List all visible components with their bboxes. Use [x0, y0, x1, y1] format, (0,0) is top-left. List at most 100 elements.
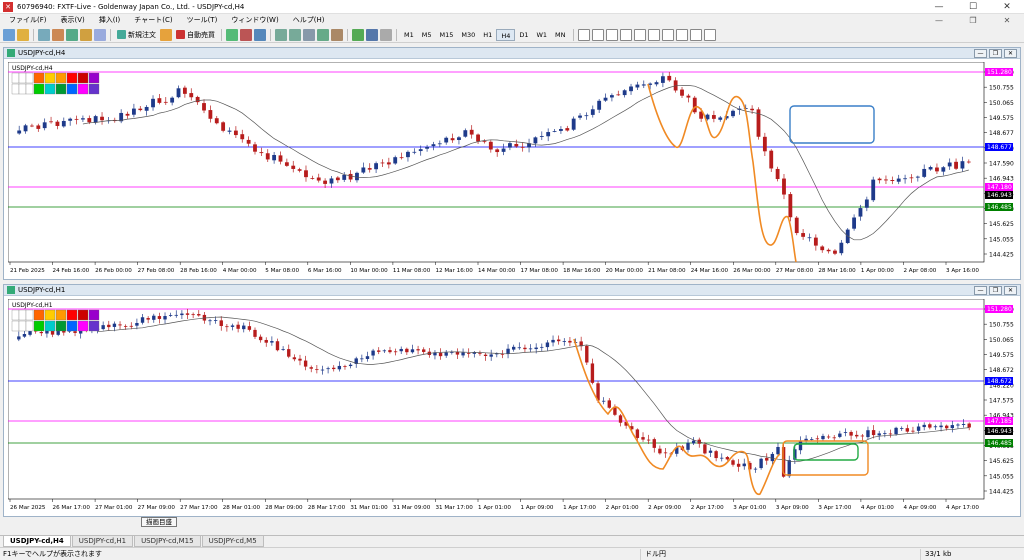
vertical-line-icon[interactable]	[605, 28, 618, 41]
menu-view[interactable]: 表示(V)	[54, 14, 92, 27]
timeframe-m1[interactable]: M1	[400, 29, 418, 41]
chart-minimize-button[interactable]: —	[974, 286, 987, 295]
h1-candlestick-chart[interactable]: 151.280150.755150.065149.575148.672148.2…	[8, 299, 1020, 515]
candle-body	[195, 96, 200, 103]
title-bar: ✕ 60796940: FXTF-Live - Goldenway Japan …	[0, 0, 1024, 14]
candle-body	[562, 341, 566, 342]
horizontal-line-icon[interactable]	[619, 28, 632, 41]
menu-file[interactable]: ファイル(F)	[2, 14, 54, 27]
candle-body	[798, 440, 803, 451]
h4-candlestick-chart[interactable]: 151.280150.755150.065149.575148.677148.2…	[8, 62, 1020, 278]
navigator-icon[interactable]	[66, 28, 78, 41]
candle-body	[947, 162, 952, 167]
price-marker-label: 147.180	[987, 184, 1012, 191]
new-order-button[interactable]: 新規注文	[114, 28, 159, 41]
candle-body	[180, 313, 184, 316]
indicators-icon[interactable]	[352, 28, 364, 41]
candle-body	[770, 453, 775, 462]
chart-shift-icon[interactable]	[331, 28, 343, 41]
channel-icon[interactable]	[647, 28, 660, 41]
maximize-button[interactable]: ☐	[956, 0, 990, 14]
timeframe-mn[interactable]: MN	[551, 29, 569, 41]
candle-body	[909, 177, 914, 179]
data-window-icon[interactable]	[52, 28, 64, 41]
new-chart-icon[interactable]	[3, 28, 15, 41]
zoom-out-icon[interactable]	[289, 28, 301, 41]
mdi-restore-button[interactable]: ❐	[956, 14, 990, 27]
timeframe-m30[interactable]: M30	[457, 29, 479, 41]
menu-window[interactable]: ウィンドウ(W)	[224, 14, 285, 27]
menu-chart[interactable]: チャート(C)	[127, 14, 179, 27]
terminal-icon[interactable]	[80, 28, 92, 41]
timeframe-d1[interactable]: D1	[515, 29, 532, 41]
tab-usdjpy-m15[interactable]: USDJPY-cd,M15	[134, 536, 201, 547]
chart-restore-button[interactable]: ❐	[989, 286, 1002, 295]
price-marker-label: 151.280	[987, 306, 1012, 313]
metaeditor-icon[interactable]	[160, 28, 172, 41]
auto-trading-button[interactable]: 自動売買	[173, 28, 218, 41]
fibonacci-icon[interactable]	[661, 28, 674, 41]
candle-body	[182, 87, 187, 94]
mdi-close-button[interactable]: ✕	[990, 14, 1024, 27]
timeframe-m5[interactable]: M5	[418, 29, 436, 41]
candle-body	[292, 357, 297, 360]
candle-body	[332, 367, 336, 370]
candle-body	[658, 448, 662, 454]
time-axis-label: 5 Mar 08:00	[265, 268, 299, 274]
candle-body	[469, 129, 474, 135]
autoscroll-icon[interactable]	[317, 28, 329, 41]
zoom-in-icon[interactable]	[275, 28, 287, 41]
menu-tools[interactable]: ツール(T)	[180, 14, 225, 27]
candle-body	[157, 316, 162, 319]
candle-body	[68, 118, 73, 121]
periods-icon[interactable]	[366, 28, 378, 41]
palette-color-swatch	[66, 83, 78, 95]
chart-close-button[interactable]: ✕	[1004, 49, 1017, 58]
cursor-icon[interactable]	[577, 28, 590, 41]
chart-close-button[interactable]: ✕	[1004, 286, 1017, 295]
candle-body	[838, 433, 842, 437]
candle-body	[903, 178, 907, 180]
menu-help[interactable]: ヘルプ(H)	[286, 14, 332, 27]
timeframe-w1[interactable]: W1	[532, 29, 551, 41]
time-axis-label: 1 Apr 00:00	[861, 268, 894, 274]
timeframe-m15[interactable]: M15	[436, 29, 458, 41]
trendline-icon[interactable]	[633, 28, 646, 41]
candle-body	[545, 342, 550, 348]
label-tool-icon[interactable]	[689, 28, 702, 41]
templates-icon[interactable]	[380, 28, 392, 41]
candle-body	[508, 143, 512, 148]
menu-insert[interactable]: 挿入(I)	[92, 14, 128, 27]
chart-restore-button[interactable]: ❐	[989, 49, 1002, 58]
candlestick-icon[interactable]	[240, 28, 252, 41]
plot-area	[8, 299, 985, 500]
timeframe-h4[interactable]: H4	[496, 28, 516, 41]
profiles-icon[interactable]	[17, 28, 29, 41]
minimize-button[interactable]: —	[922, 0, 956, 14]
time-axis-label: 3 Apr 09:00	[776, 505, 809, 511]
candle-body	[240, 134, 245, 140]
chart-plot-h1[interactable]: 151.280150.755150.065149.575148.672148.2…	[8, 299, 1020, 515]
arrows-icon[interactable]	[703, 28, 716, 41]
chart-plot-h4[interactable]: 151.280150.755150.065149.575148.677148.2…	[8, 62, 1020, 278]
close-button[interactable]: ✕	[990, 0, 1024, 14]
palette-color-swatch	[55, 320, 67, 332]
candle-body	[711, 115, 716, 119]
candle-body	[890, 180, 895, 182]
text-tool-icon[interactable]	[675, 28, 688, 41]
tile-windows-icon[interactable]	[303, 28, 315, 41]
chart-symbol-label: USDJPY-cd,H4	[12, 65, 53, 72]
market-watch-icon[interactable]	[38, 28, 50, 41]
bar-chart-icon[interactable]	[226, 28, 238, 41]
timeframe-h1[interactable]: H1	[479, 29, 496, 41]
tester-icon[interactable]	[94, 28, 106, 41]
tab-usdjpy-h1[interactable]: USDJPY-cd,H1	[71, 536, 134, 547]
mdi-minimize-button[interactable]: —	[922, 14, 956, 27]
crosshair-icon[interactable]	[591, 28, 604, 41]
line-chart-icon[interactable]	[254, 28, 266, 41]
chart-minimize-button[interactable]: —	[974, 49, 987, 58]
tab-usdjpy-h4[interactable]: USDJPY-cd,H4	[3, 536, 71, 547]
tab-usdjpy-m5[interactable]: USDJPY-cd,M5	[201, 536, 264, 547]
candle-body	[922, 424, 926, 428]
mt4-terminal: ✕ 60796940: FXTF-Live - Goldenway Japan …	[0, 0, 1024, 560]
